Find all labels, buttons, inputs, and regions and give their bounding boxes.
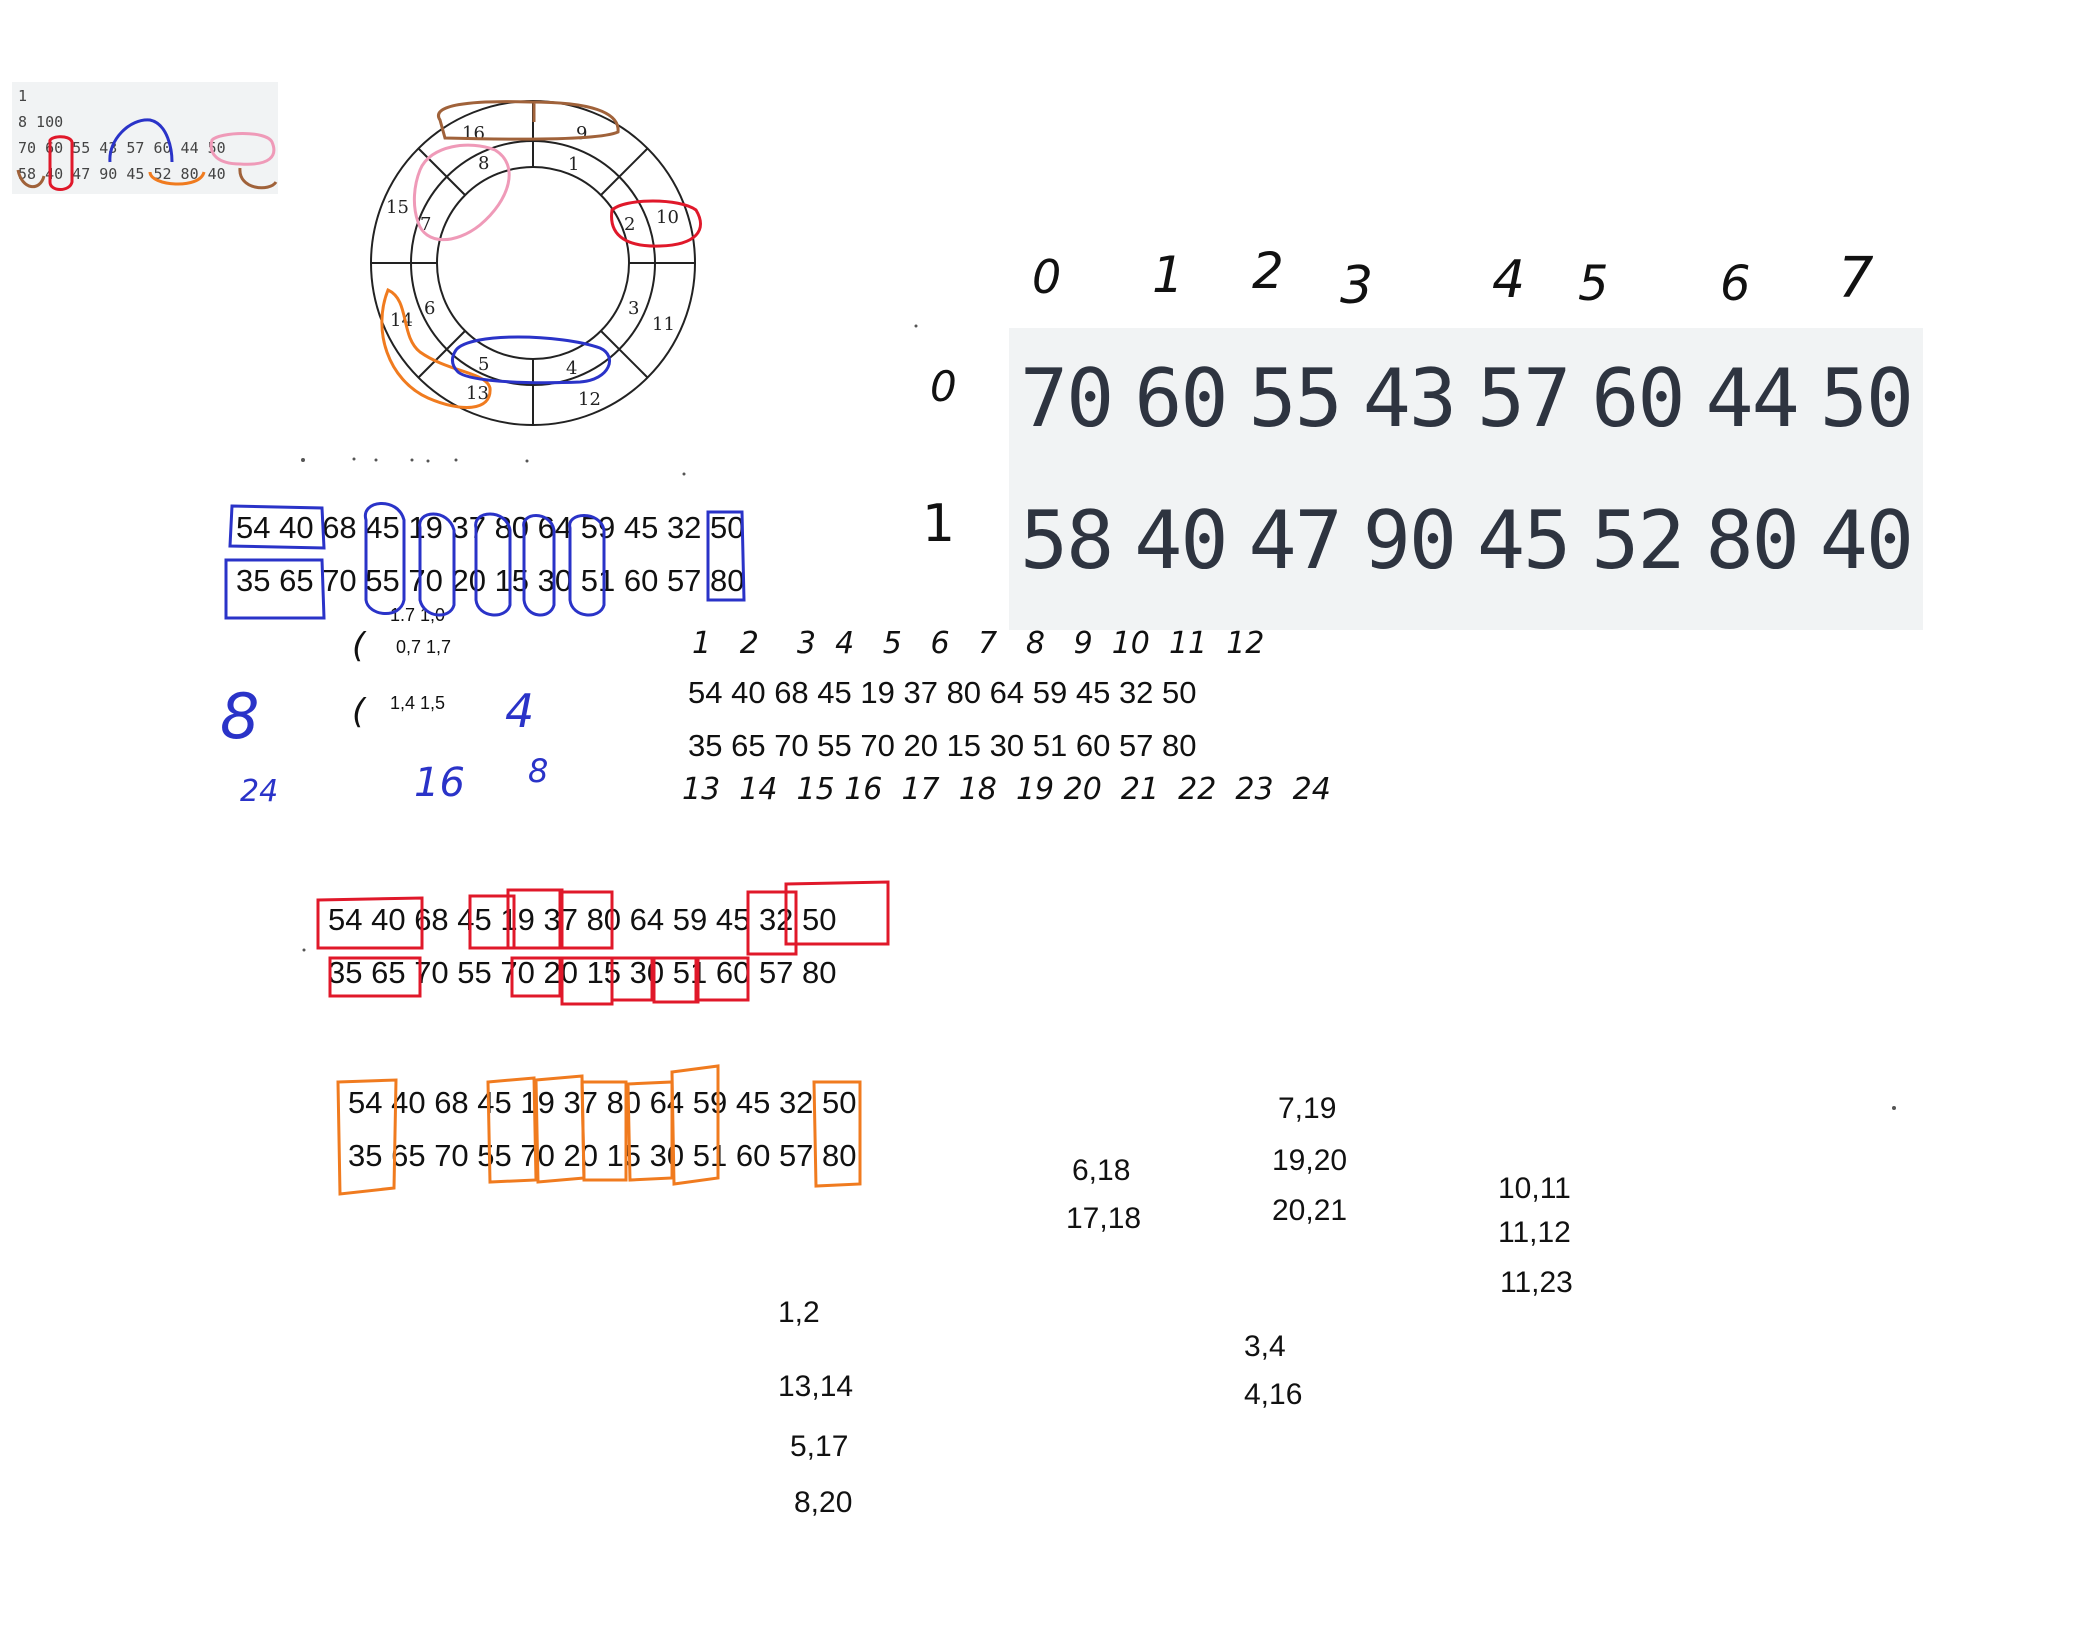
wheel-outer-label: 12: [578, 389, 601, 410]
wheel-outer-label: 9: [576, 123, 587, 144]
wheel-inner-label: 8: [478, 153, 489, 174]
annotation-layer: 16 9 15 10 11 12 13 14 8 1 7 2 3 4 5 6: [16, 100, 1896, 1196]
wheel-inner-label: 3: [628, 298, 639, 319]
wheel-inner-label: 6: [424, 298, 435, 319]
wheel-inner-label: 1: [568, 154, 579, 175]
block1-blue-marks: [224, 502, 746, 620]
snippet-pink-stroke: [209, 132, 276, 166]
block3-orange-marks: [336, 1064, 862, 1196]
block2-red-marks: [316, 880, 890, 1006]
wheel-outer-label: 16: [462, 123, 485, 144]
wheel-diagram: [370, 100, 696, 426]
wheel-outer-label: 11: [652, 314, 675, 335]
wheel-outer-label: 14: [390, 310, 413, 331]
wheel-outer-label: 15: [386, 197, 409, 218]
snippet-red-stroke: [48, 135, 74, 191]
snippet-brown-stroke: [16, 167, 278, 190]
wheel-inner-label: 5: [478, 354, 489, 375]
wheel-inner-label: 4: [566, 358, 577, 379]
wheel-outer-label: 10: [656, 207, 679, 228]
stray-dots: [301, 324, 1896, 1110]
snippet-orange-stroke: [148, 171, 206, 186]
wheel-inner-label: 2: [624, 214, 635, 235]
snippet-blue-stroke: [108, 118, 174, 163]
